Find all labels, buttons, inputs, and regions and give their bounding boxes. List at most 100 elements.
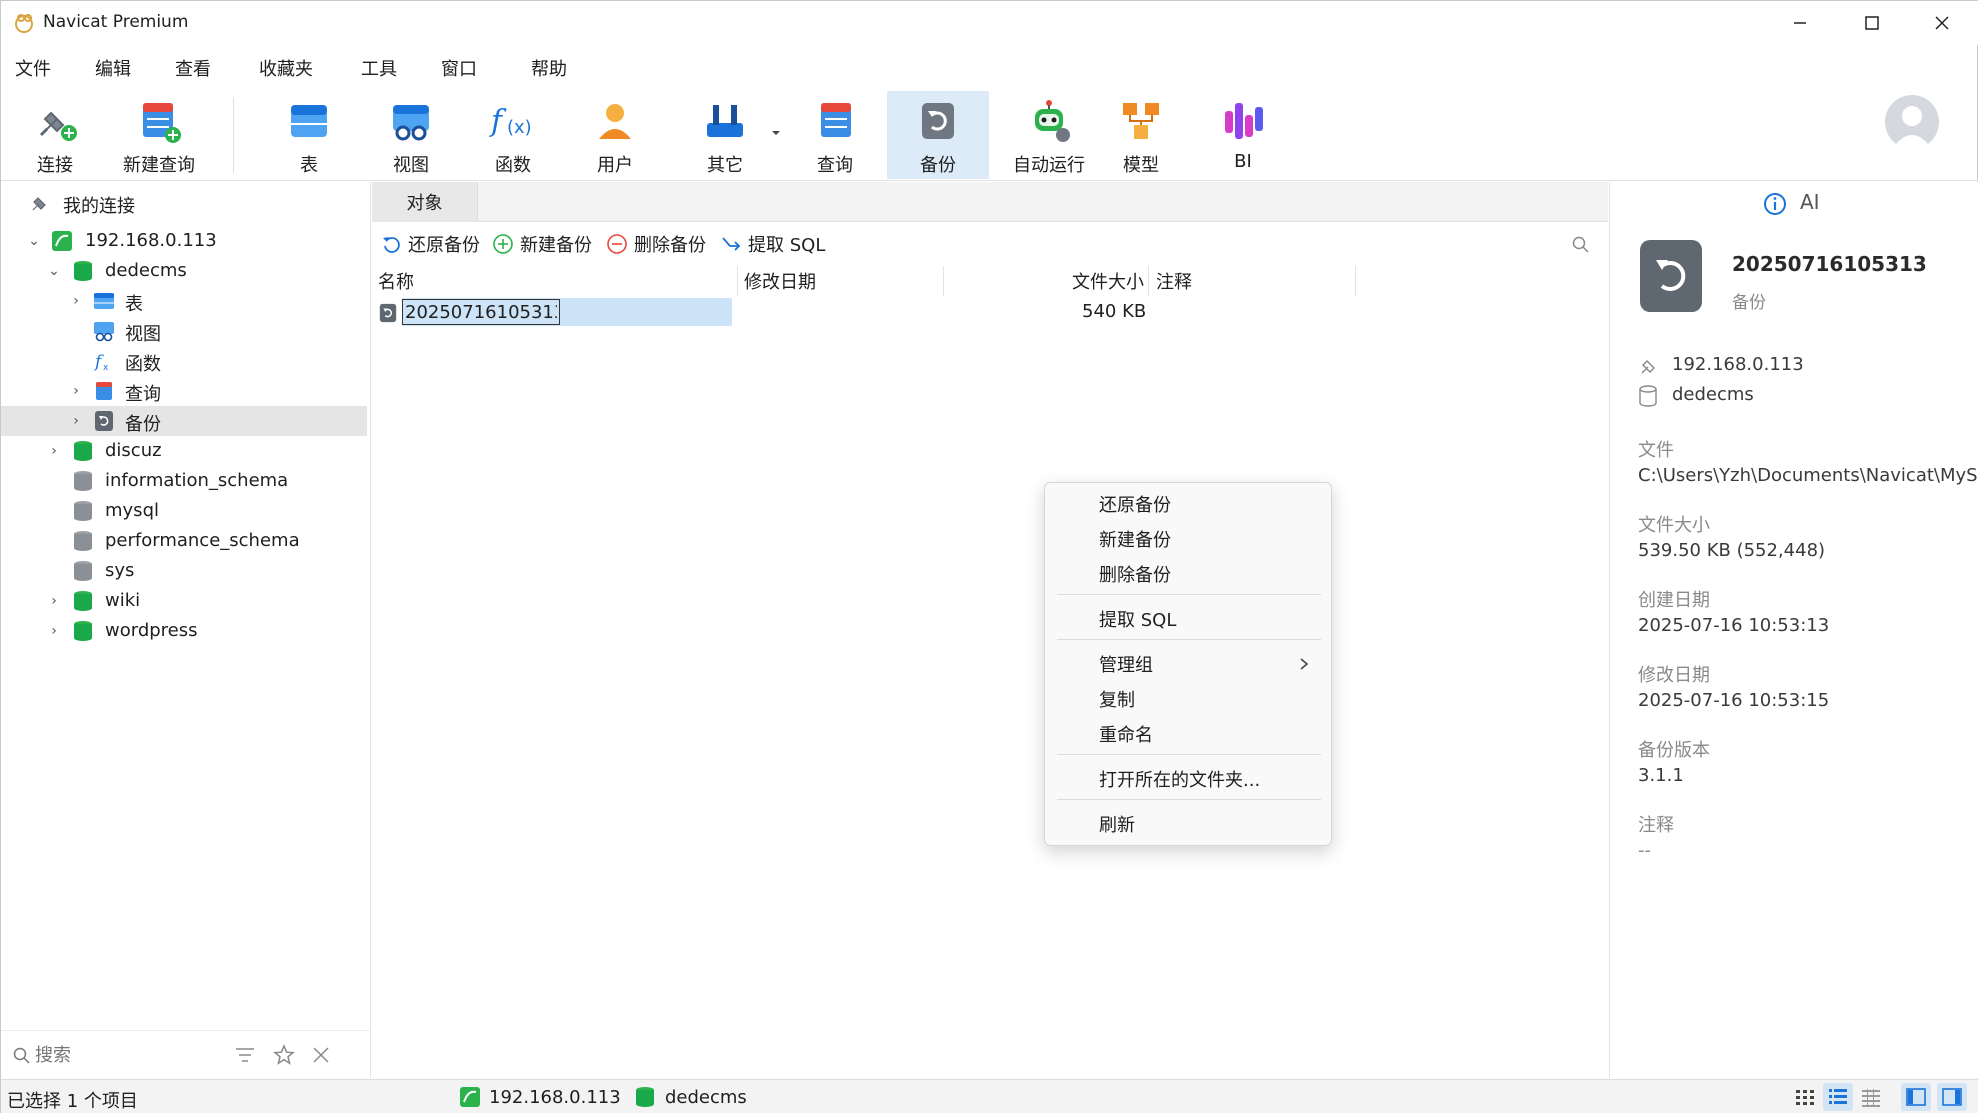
connect-button[interactable]: 连接	[19, 91, 91, 179]
function-button[interactable]: f (x) 函数	[473, 91, 553, 179]
ctx-restore-backup[interactable]: 还原备份	[1099, 491, 1171, 517]
tree-db-discuz[interactable]: › discuz	[1, 436, 367, 466]
col-modified-header[interactable]: 修改日期	[744, 268, 816, 294]
tree-db-dedecms[interactable]: ⌄ dedecms	[1, 256, 367, 286]
filter-icon[interactable]	[235, 1047, 255, 1063]
table-header: 名称 修改日期 文件大小 注释	[372, 266, 1608, 296]
detail-view-icon[interactable]	[1861, 1088, 1881, 1108]
chevron-right-icon[interactable]: ›	[47, 593, 61, 609]
tree-item-backups[interactable]: › 备份	[1, 406, 367, 436]
db-label: mysql	[105, 500, 159, 521]
tab-objects[interactable]: 对象	[372, 182, 478, 222]
ai-tab[interactable]: AI	[1800, 190, 1820, 214]
tree-item-functions[interactable]: fx 函数	[1, 346, 367, 376]
minimize-icon	[1794, 22, 1806, 24]
list-view-icon	[1829, 1089, 1847, 1104]
info-icon[interactable]	[1763, 192, 1787, 216]
function-icon: f (x)	[489, 104, 532, 139]
tree-db-information-schema[interactable]: information_schema	[1, 466, 367, 496]
chevron-right-icon[interactable]: ›	[69, 293, 83, 309]
rename-input[interactable]	[402, 299, 560, 325]
database-icon	[74, 621, 92, 641]
collapse-icon[interactable]	[311, 1045, 331, 1065]
tree-db-sys[interactable]: sys	[1, 556, 367, 586]
close-button[interactable]	[1907, 1, 1977, 45]
ctx-manage-group[interactable]: 管理组	[1099, 651, 1153, 677]
ctx-extract-sql[interactable]: 提取 SQL	[1099, 606, 1176, 632]
menu-file[interactable]: 文件	[15, 55, 51, 81]
table-button[interactable]: 表	[269, 91, 349, 179]
table-row[interactable]: 540 KB	[372, 298, 1608, 328]
toggle-details-button[interactable]	[1937, 1083, 1967, 1111]
tree-root-my-connections[interactable]: 我的连接	[1, 188, 367, 218]
extract-sql-button[interactable]: 提取 SQL	[720, 230, 825, 258]
view-icon	[94, 322, 114, 342]
tree-item-label: 备份	[125, 414, 161, 435]
sidebar-search-input[interactable]	[35, 1041, 225, 1069]
bi-button[interactable]: BI	[1203, 91, 1283, 179]
minimize-button[interactable]	[1765, 1, 1835, 45]
detail-type: 备份	[1732, 293, 1766, 313]
tree-item-label: 函数	[125, 354, 161, 375]
star-icon[interactable]	[273, 1044, 295, 1066]
new-backup-button[interactable]: 新建备份	[492, 230, 592, 258]
col-name-header[interactable]: 名称	[378, 268, 414, 294]
search-icon[interactable]	[1572, 236, 1590, 254]
model-button[interactable]: 模型	[1101, 91, 1181, 179]
user-button[interactable]: 用户	[575, 91, 655, 179]
new-query-label: 新建查询	[123, 155, 195, 176]
chevron-down-icon[interactable]: ⌄	[27, 233, 41, 249]
chevron-right-icon[interactable]: ›	[69, 413, 83, 429]
menu-edit[interactable]: 编辑	[95, 55, 131, 81]
tree-item-queries[interactable]: › 查询	[1, 376, 367, 406]
list-view-button[interactable]	[1823, 1083, 1853, 1111]
object-panel: 对象 还原备份 新建备份 删除备份 提取 SQL 名称 修改日期 文件大小 注释…	[372, 182, 1608, 1078]
delete-backup-button[interactable]: 删除备份	[606, 230, 706, 258]
col-comment-header[interactable]: 注释	[1156, 268, 1192, 294]
ctx-rename[interactable]: 重命名	[1099, 721, 1153, 747]
tree-item-tables[interactable]: › 表	[1, 286, 367, 316]
chevron-down-icon[interactable]: ⌄	[47, 263, 61, 279]
status-selection: 已选择 1 个项目	[7, 1091, 138, 1112]
sidebar-search-bar	[1, 1030, 371, 1078]
column-divider[interactable]	[943, 266, 944, 296]
col-size-header[interactable]: 文件大小	[1072, 268, 1144, 294]
ctx-delete-backup[interactable]: 删除备份	[1099, 561, 1171, 587]
ctx-open-folder[interactable]: 打开所在的文件夹...	[1099, 766, 1260, 792]
ctx-new-backup[interactable]: 新建备份	[1099, 526, 1171, 552]
ctx-copy[interactable]: 复制	[1099, 686, 1135, 712]
model-label: 模型	[1123, 155, 1159, 176]
chevron-right-icon[interactable]: ›	[69, 383, 83, 399]
tree-db-wiki[interactable]: › wiki	[1, 586, 367, 616]
menu-view[interactable]: 查看	[175, 55, 211, 81]
column-divider[interactable]	[737, 266, 738, 296]
menu-window[interactable]: 窗口	[441, 55, 477, 81]
grid-view-icon[interactable]	[1795, 1088, 1815, 1108]
query-button[interactable]: 查询	[795, 91, 875, 179]
backup-button[interactable]: 备份	[887, 91, 989, 179]
view-button[interactable]: 视图	[371, 91, 451, 179]
dropdown-arrow-icon[interactable]	[771, 129, 781, 137]
menu-help[interactable]: 帮助	[531, 55, 567, 81]
tree-db-wordpress[interactable]: › wordpress	[1, 616, 367, 646]
toggle-sidebar-button[interactable]	[1901, 1083, 1931, 1111]
tree-item-views[interactable]: 视图	[1, 316, 367, 346]
automation-button[interactable]: 自动运行	[999, 91, 1099, 179]
row-size: 540 KB	[1082, 301, 1147, 322]
chevron-right-icon[interactable]: ›	[47, 623, 61, 639]
menu-favorites[interactable]: 收藏夹	[259, 55, 313, 81]
avatar[interactable]	[1885, 95, 1939, 149]
tree-db-mysql[interactable]: mysql	[1, 496, 367, 526]
ctx-refresh[interactable]: 刷新	[1099, 811, 1135, 837]
restore-backup-button[interactable]: 还原备份	[380, 230, 480, 258]
other-button[interactable]: 其它	[685, 91, 765, 179]
mysql-connection-icon	[460, 1087, 480, 1107]
column-divider[interactable]	[1355, 266, 1356, 296]
column-divider[interactable]	[1148, 266, 1149, 296]
maximize-button[interactable]	[1837, 1, 1907, 45]
chevron-right-icon[interactable]: ›	[47, 443, 61, 459]
tree-connection[interactable]: ⌄ 192.168.0.113	[1, 226, 367, 256]
tree-db-performance-schema[interactable]: performance_schema	[1, 526, 367, 556]
new-query-button[interactable]: 新建查询	[113, 91, 205, 179]
menu-tools[interactable]: 工具	[361, 55, 397, 81]
